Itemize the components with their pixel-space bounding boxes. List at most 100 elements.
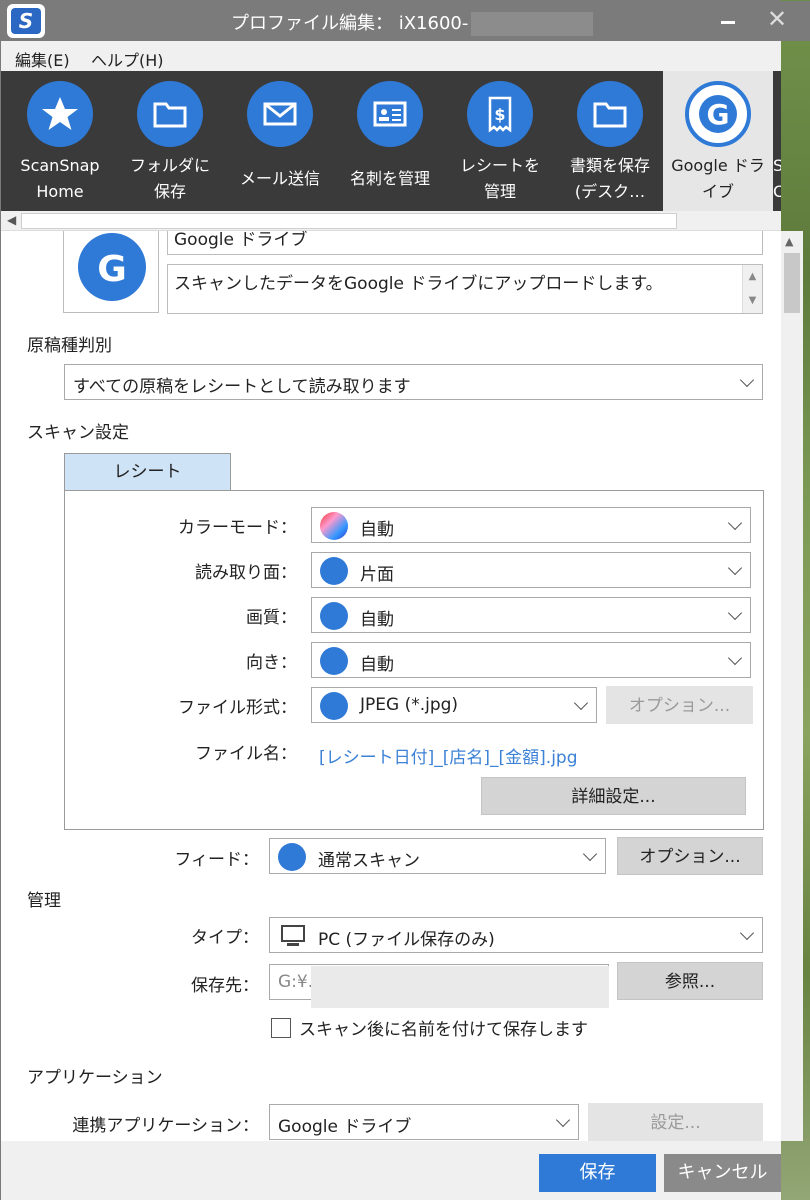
minimize-button[interactable] — [721, 21, 735, 24]
profile-scan-cloud[interactable]: Sc Clo — [773, 71, 781, 211]
feed-icon — [278, 843, 306, 871]
profile-receipt[interactable]: $ レシートを 管理 — [445, 71, 555, 211]
file-format-option-button[interactable]: オプション... — [606, 686, 753, 724]
profile-icon-box[interactable]: G — [63, 231, 159, 313]
profile-label: 書類を保存 — [569, 156, 650, 175]
save-to-label: 保存先： — [191, 976, 259, 996]
management-heading: 管理 — [27, 891, 61, 911]
scrollbar-thumb[interactable] — [21, 213, 677, 229]
profile-description-text: スキャンしたデータをGoogle ドライブにアップロードします。 — [174, 274, 663, 294]
profile-google-drive[interactable]: G Google ドラ イブ — [663, 71, 773, 211]
profile-label: ScanSnap — [20, 156, 100, 175]
profile-label: フォルダに — [129, 156, 210, 175]
rename-after-scan-label[interactable]: スキャン後に名前を付けて保存します — [299, 1015, 588, 1040]
color-mode-select[interactable]: 自動 — [311, 507, 751, 543]
profile-description-textarea[interactable]: スキャンしたデータをGoogle ドライブにアップロードします。 ▲ ▼ — [167, 264, 763, 314]
google-icon: G — [699, 95, 737, 133]
chevron-down-icon — [727, 560, 743, 576]
feed-option-button[interactable]: オプション... — [617, 837, 763, 875]
business-card-icon — [373, 101, 407, 127]
chevron-down-icon — [727, 515, 743, 531]
application-heading: アプリケーション — [27, 1068, 163, 1088]
save-button[interactable]: 保存 — [539, 1154, 656, 1192]
profile-settings-panel: G Google ドライブ スキャンしたデータをGoogle ドライブにアップロ… — [1, 231, 781, 1141]
scroll-left-icon[interactable]: ◀ — [7, 213, 16, 227]
file-format-select[interactable]: JPEG (*.jpg) — [311, 687, 597, 723]
profile-label: 保存 — [153, 182, 186, 201]
color-auto-icon — [320, 512, 348, 540]
footer-bar: 保存 キャンセル — [1, 1141, 781, 1200]
file-name-link[interactable]: [レシート日付]_[店名]_[金額].jpg — [319, 743, 578, 768]
document-type-select[interactable]: すべての原稿をレシートとして読み取ります — [64, 364, 763, 400]
description-scrollbar[interactable]: ▲ ▼ — [742, 265, 762, 313]
chevron-down-icon — [573, 695, 589, 711]
chevron-down-icon — [582, 846, 598, 862]
save-to-value: G:¥. — [278, 972, 314, 992]
scroll-up-icon[interactable]: ▲ — [785, 235, 793, 248]
linked-app-value: Google ドライブ — [278, 1117, 412, 1137]
google-icon: G — [97, 249, 127, 290]
type-select[interactable]: PC (ファイル保存のみ) — [269, 917, 763, 953]
quality-select[interactable]: 自動 — [311, 597, 751, 633]
app-settings-button[interactable]: 設定... — [588, 1103, 763, 1141]
scan-side-label: 読み取り面： — [195, 563, 297, 583]
folder-icon — [593, 102, 627, 128]
profile-save-folder[interactable]: フォルダに 保存 — [115, 71, 225, 211]
profile-scansnap-home[interactable]: ScanSnap Home — [5, 71, 115, 211]
svg-text:G: G — [707, 98, 730, 131]
window-title: プロファイル編集： iX1600- — [231, 13, 469, 34]
single-sided-icon — [320, 557, 348, 585]
orientation-select[interactable]: 自動 — [311, 642, 751, 678]
profile-label: レシートを — [459, 156, 540, 175]
scan-settings-heading: スキャン設定 — [27, 423, 129, 443]
linked-app-label: 連携アプリケーション： — [72, 1116, 259, 1136]
rename-after-scan-checkbox[interactable] — [271, 1018, 291, 1038]
profile-label: Clo — [773, 182, 781, 201]
chevron-down-icon — [727, 650, 743, 666]
redacted-path — [311, 966, 609, 1008]
browse-button[interactable]: 参照... — [617, 962, 763, 1000]
profile-business-card[interactable]: 名刺を管理 — [335, 71, 445, 211]
linked-app-select[interactable]: Google ドライブ — [269, 1104, 579, 1140]
folder-icon — [153, 102, 187, 128]
chevron-down-icon — [739, 372, 755, 388]
feed-label: フィード： — [174, 850, 259, 870]
orientation-label: 向き： — [246, 653, 297, 673]
profile-send-mail[interactable]: メール送信 — [225, 71, 335, 211]
feed-value: 通常スキャン — [318, 851, 420, 871]
profile-label: Sc — [773, 156, 781, 175]
tab-receipt[interactable]: レシート — [64, 453, 231, 491]
profile-list: ScanSnap Home フォルダに 保存 メール送信 名刺を管理 $ レシー… — [1, 71, 781, 211]
svg-text:G: G — [97, 249, 127, 290]
cancel-button[interactable]: キャンセル — [664, 1154, 781, 1192]
profile-label: 名刺を管理 — [349, 169, 430, 188]
vertical-scrollbar[interactable]: ▲ — [781, 231, 803, 1141]
star-icon — [42, 97, 78, 130]
menu-help[interactable]: ヘルプ(H) — [91, 47, 164, 71]
rotate-icon — [320, 647, 348, 675]
profile-save-documents[interactable]: 書類を保存 (デスク… — [555, 71, 665, 211]
receipt-icon: $ — [488, 96, 512, 133]
scan-side-value: 片面 — [360, 565, 394, 585]
title-bar: S プロファイル編集： iX1600- ✕ — [1, 1, 810, 41]
profile-label: メール送信 — [239, 169, 320, 188]
profile-strip-scrollbar[interactable]: ◀ — [1, 211, 781, 231]
detail-settings-button[interactable]: 詳細設定... — [481, 777, 746, 815]
color-mode-label: カラーモード： — [178, 518, 297, 538]
file-format-label: ファイル形式： — [178, 698, 297, 718]
menu-edit[interactable]: 編集(E) — [15, 47, 70, 71]
profile-label: Home — [36, 182, 84, 201]
profile-edit-window: S プロファイル編集： iX1600- ✕ 編集(E) ヘルプ(H) ScanS… — [0, 0, 810, 1200]
file-name-label: ファイル名： — [195, 744, 297, 764]
chevron-down-icon — [739, 925, 755, 941]
quality-value: 自動 — [360, 610, 394, 630]
type-value: PC (ファイル保存のみ) — [318, 930, 495, 950]
file-format-value: JPEG (*.jpg) — [360, 695, 459, 715]
pc-icon — [281, 925, 305, 946]
feed-select[interactable]: 通常スキャン — [269, 838, 606, 874]
scrollbar-thumb[interactable] — [784, 253, 800, 313]
profile-label: イブ — [701, 182, 734, 201]
close-button[interactable]: ✕ — [767, 5, 787, 33]
scan-side-select[interactable]: 片面 — [311, 552, 751, 588]
profile-name-input[interactable]: Google ドライブ — [167, 231, 763, 255]
